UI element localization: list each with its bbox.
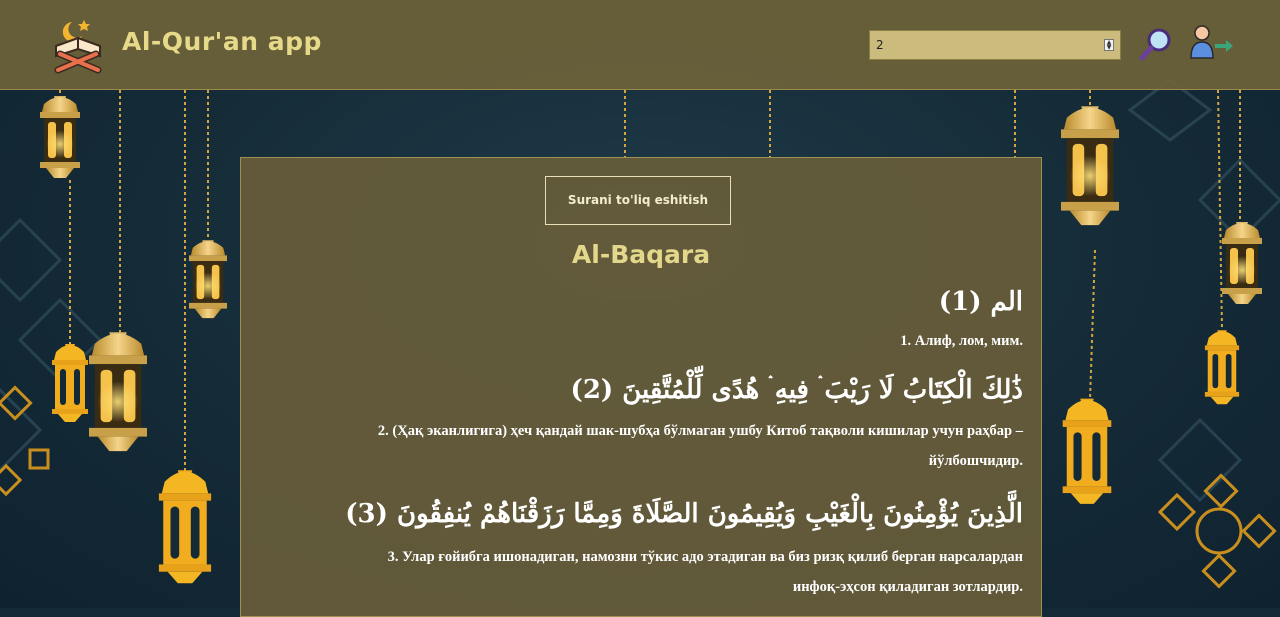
verse-2: ذَٰلِكَ الْكِتَابُ لَا رَيْبَ ۛ فِيهِ ۛ … (263, 374, 1023, 476)
verse-1: الم (1) 1. Алиф, лом, мим. (263, 286, 1023, 356)
app-title[interactable]: Al-Qur'an app (122, 27, 322, 56)
verse-translation-line-2: йўлбошчидир. (928, 453, 1023, 469)
user-arrow-icon[interactable] (1188, 24, 1234, 60)
verse-arabic: ذَٰلِكَ الْكِتَابُ لَا رَيْبَ ۛ فِيهِ ۛ … (570, 375, 1024, 405)
number-spinner[interactable]: ▲ ▼ (1104, 39, 1114, 51)
surah-panel: Surani to'liq eshitish Al-Baqara الم (1)… (240, 157, 1042, 617)
surah-title: Al-Baqara (571, 240, 711, 269)
surah-number-input[interactable] (870, 31, 1100, 59)
verse-translation: 1. Алиф, лом, мим. (900, 333, 1023, 349)
verse-translation-line-1: 2. (Ҳақ эканлигига) ҳеч қандай шак-шубҳа… (377, 423, 1023, 439)
quran-on-stand-icon[interactable] (50, 16, 106, 74)
surah-number-field[interactable]: ▲▼ (869, 30, 1121, 60)
verse-translation-line-1: 3. Улар ғойибга ишонадиган, намозни тўки… (387, 549, 1023, 565)
verse-translation-line-2: инфоқ-эҳсон қиладиган зотлардир. (792, 579, 1023, 595)
magnifier-icon[interactable] (1138, 27, 1174, 63)
verse-arabic: الم (1) (938, 287, 1023, 317)
verse-3: الَّذِينَ يُؤْمِنُونَ بِالْغَيْبِ وَيُقِ… (263, 498, 1023, 602)
verse-arabic: الَّذِينَ يُؤْمِنُونَ بِالْغَيْبِ وَيُقِ… (345, 499, 1023, 529)
listen-full-surah-button[interactable]: Surani to'liq eshitish (545, 176, 731, 225)
app-header: Al-Qur'an app ▲▼ (0, 0, 1280, 90)
